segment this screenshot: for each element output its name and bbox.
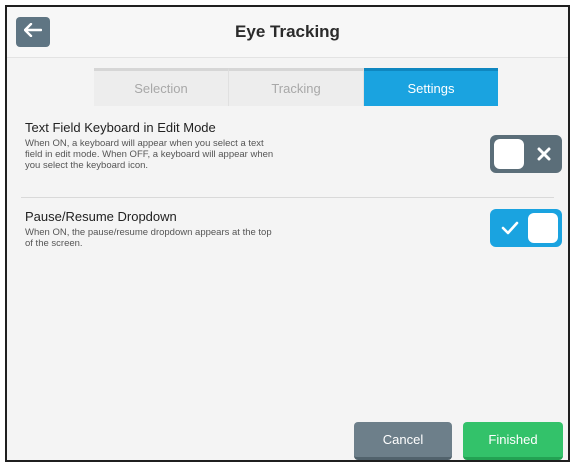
pause-resume-dropdown-toggle[interactable] bbox=[490, 209, 562, 247]
page-title: Eye Tracking bbox=[235, 22, 340, 41]
checkmark-icon bbox=[494, 209, 526, 247]
setting-pause-resume-dropdown: Pause/Resume Dropdown When ON, the pause… bbox=[25, 209, 558, 249]
tab-tracking[interactable]: Tracking bbox=[229, 68, 364, 106]
app-window: Eye Tracking Selection Tracking Settings… bbox=[5, 5, 570, 462]
keyboard-edit-mode-toggle[interactable] bbox=[490, 135, 562, 173]
tab-selection[interactable]: Selection bbox=[94, 68, 229, 106]
x-icon bbox=[528, 135, 560, 173]
toggle-knob bbox=[528, 213, 558, 243]
divider bbox=[21, 197, 554, 198]
header-bar: Eye Tracking bbox=[7, 7, 568, 58]
setting-keyboard-edit-mode: Text Field Keyboard in Edit Mode When ON… bbox=[25, 120, 558, 171]
cancel-button[interactable]: Cancel bbox=[354, 422, 452, 460]
setting-description: When ON, a keyboard will appear when you… bbox=[25, 138, 274, 171]
setting-title: Pause/Resume Dropdown bbox=[25, 209, 177, 224]
toggle-knob bbox=[494, 139, 524, 169]
finished-button[interactable]: Finished bbox=[463, 422, 563, 460]
tab-settings[interactable]: Settings bbox=[364, 68, 498, 106]
tab-bar: Selection Tracking Settings bbox=[94, 68, 498, 106]
setting-description: When ON, the pause/resume dropdown appea… bbox=[25, 227, 272, 249]
setting-title: Text Field Keyboard in Edit Mode bbox=[25, 120, 216, 135]
